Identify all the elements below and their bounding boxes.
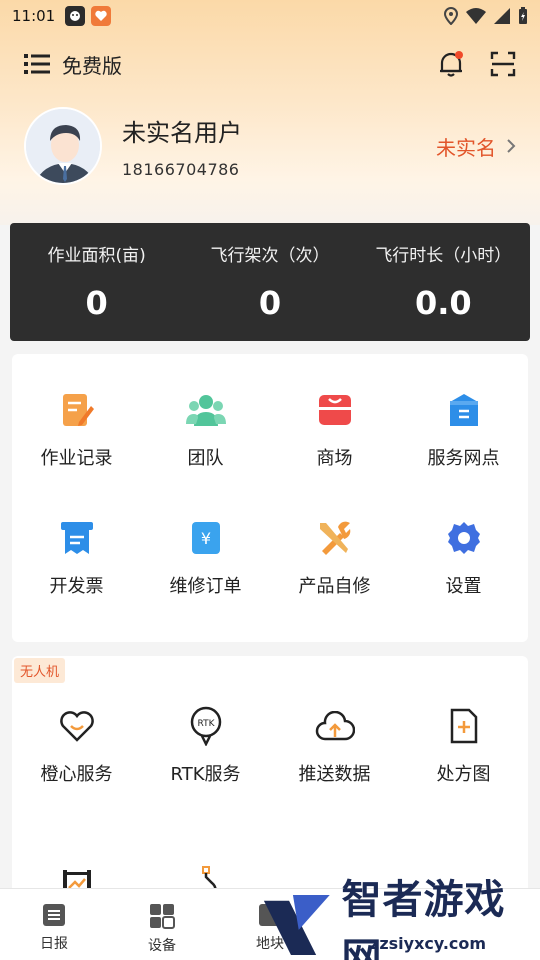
top-header: 免费版 (0, 44, 540, 84)
watermark-sub: zzsiyxcy.com (370, 934, 487, 953)
avatar[interactable] (24, 107, 102, 185)
flight-stats-panel: 作业面积(亩) 0 飞行架次（次） 0 飞行时长（小时） 0.0 (10, 223, 530, 341)
drone-section-card: 无人机 橙心服务 RTK RTK服务 推送数据 处方图 (12, 656, 528, 901)
menu-item-store[interactable]: 商场 (270, 354, 399, 482)
menu-label: 服务网点 (427, 448, 500, 469)
user-profile[interactable]: 未实名用户 18166704786 未实名 (24, 106, 516, 186)
stat-value: 0 (85, 284, 108, 322)
stat-label: 飞行架次（次） (210, 246, 330, 266)
device-grid-icon (150, 904, 175, 929)
prescription-doc-icon (444, 706, 484, 746)
rtk-icon: RTK (186, 706, 226, 746)
signal-icon (494, 8, 510, 24)
report-icon (43, 904, 65, 926)
battery-icon (519, 7, 527, 24)
service-point-icon (444, 390, 484, 430)
tab-label: 设备 (148, 938, 176, 954)
notification-bell-icon[interactable] (438, 50, 464, 78)
menu-label: 处方图 (436, 764, 491, 785)
watermark-overlay: 智者游戏网 zzsiyxcy.com (260, 877, 540, 960)
stat-value: 0 (258, 284, 282, 322)
stat-duration: 飞行时长（小时） 0.0 (357, 223, 530, 341)
menu-label: 橙心服务 (40, 764, 113, 785)
status-bar: 11:01 (0, 0, 540, 32)
edition-label[interactable]: 免费版 (62, 50, 122, 79)
cloud-upload-icon (315, 706, 355, 746)
stat-sorties: 飞行架次（次） 0 (183, 223, 356, 341)
location-icon (444, 7, 458, 25)
drone-section-badge: 无人机 (14, 658, 66, 683)
menu-list-icon[interactable] (24, 53, 50, 75)
menu-label: 团队 (187, 448, 224, 469)
menu-label: RTK服务 (170, 764, 241, 785)
phone-number: 18166704786 (122, 160, 240, 179)
menu-label: 作业记录 (40, 448, 113, 469)
menu-item-invoice[interactable]: 开发票 (12, 482, 141, 610)
watermark-logo-icon (263, 894, 330, 956)
wifi-icon (466, 8, 486, 24)
stat-value: 0.0 (414, 284, 472, 322)
tools-icon (315, 518, 355, 558)
drone-item-prescription-map[interactable]: 处方图 (399, 690, 528, 818)
menu-label: 开发票 (49, 576, 104, 597)
main-menu-card: 作业记录 团队 商场 服务网点 开发票 ¥ 维修订单 产品自修 设置 (12, 354, 528, 642)
scan-icon[interactable] (490, 51, 516, 77)
heart-smile-icon (57, 706, 97, 746)
tab-label: 日报 (40, 936, 68, 952)
menu-item-settings[interactable]: 设置 (399, 482, 528, 610)
drone-item-push-data[interactable]: 推送数据 (270, 690, 399, 818)
username: 未实名用户 (122, 119, 242, 147)
drone-item-orange-heart-service[interactable]: 橙心服务 (12, 690, 141, 818)
verify-label: 未实名 (436, 135, 496, 160)
settings-gear-icon (444, 518, 484, 558)
stat-label: 作业面积(亩) (47, 246, 146, 266)
chevron-right-icon (507, 139, 516, 153)
menu-item-repair-orders[interactable]: ¥ 维修订单 (141, 482, 270, 610)
menu-label: 维修订单 (169, 576, 242, 597)
stat-area: 作业面积(亩) 0 (10, 223, 183, 341)
stat-label: 飞行时长（小时） (375, 246, 512, 266)
menu-item-work-records[interactable]: 作业记录 (12, 354, 141, 482)
menu-label: 推送数据 (298, 764, 371, 785)
heart-app-notification-icon (91, 6, 112, 26)
invoice-icon (57, 518, 97, 558)
menu-item-self-repair[interactable]: 产品自修 (270, 482, 399, 610)
menu-label: 商场 (316, 448, 353, 469)
menu-item-team[interactable]: 团队 (141, 354, 270, 482)
menu-label: 产品自修 (298, 576, 371, 597)
drone-item-rtk-service[interactable]: RTK RTK服务 (141, 690, 270, 818)
store-icon (315, 390, 355, 430)
menu-label: 设置 (445, 576, 482, 597)
tab-daily-report[interactable]: 日报 (0, 889, 108, 960)
app-notification-icon (65, 6, 86, 26)
team-icon (185, 390, 226, 430)
svg-text:RTK: RTK (197, 719, 215, 729)
repair-order-icon: ¥ (186, 518, 226, 558)
status-time: 11:01 (12, 7, 56, 25)
menu-item-service-points[interactable]: 服务网点 (399, 354, 528, 482)
notepad-icon (57, 390, 97, 430)
verify-identity-link[interactable]: 未实名 (436, 132, 516, 161)
svg-text:¥: ¥ (200, 529, 210, 548)
tab-devices[interactable]: 设备 (108, 889, 216, 960)
